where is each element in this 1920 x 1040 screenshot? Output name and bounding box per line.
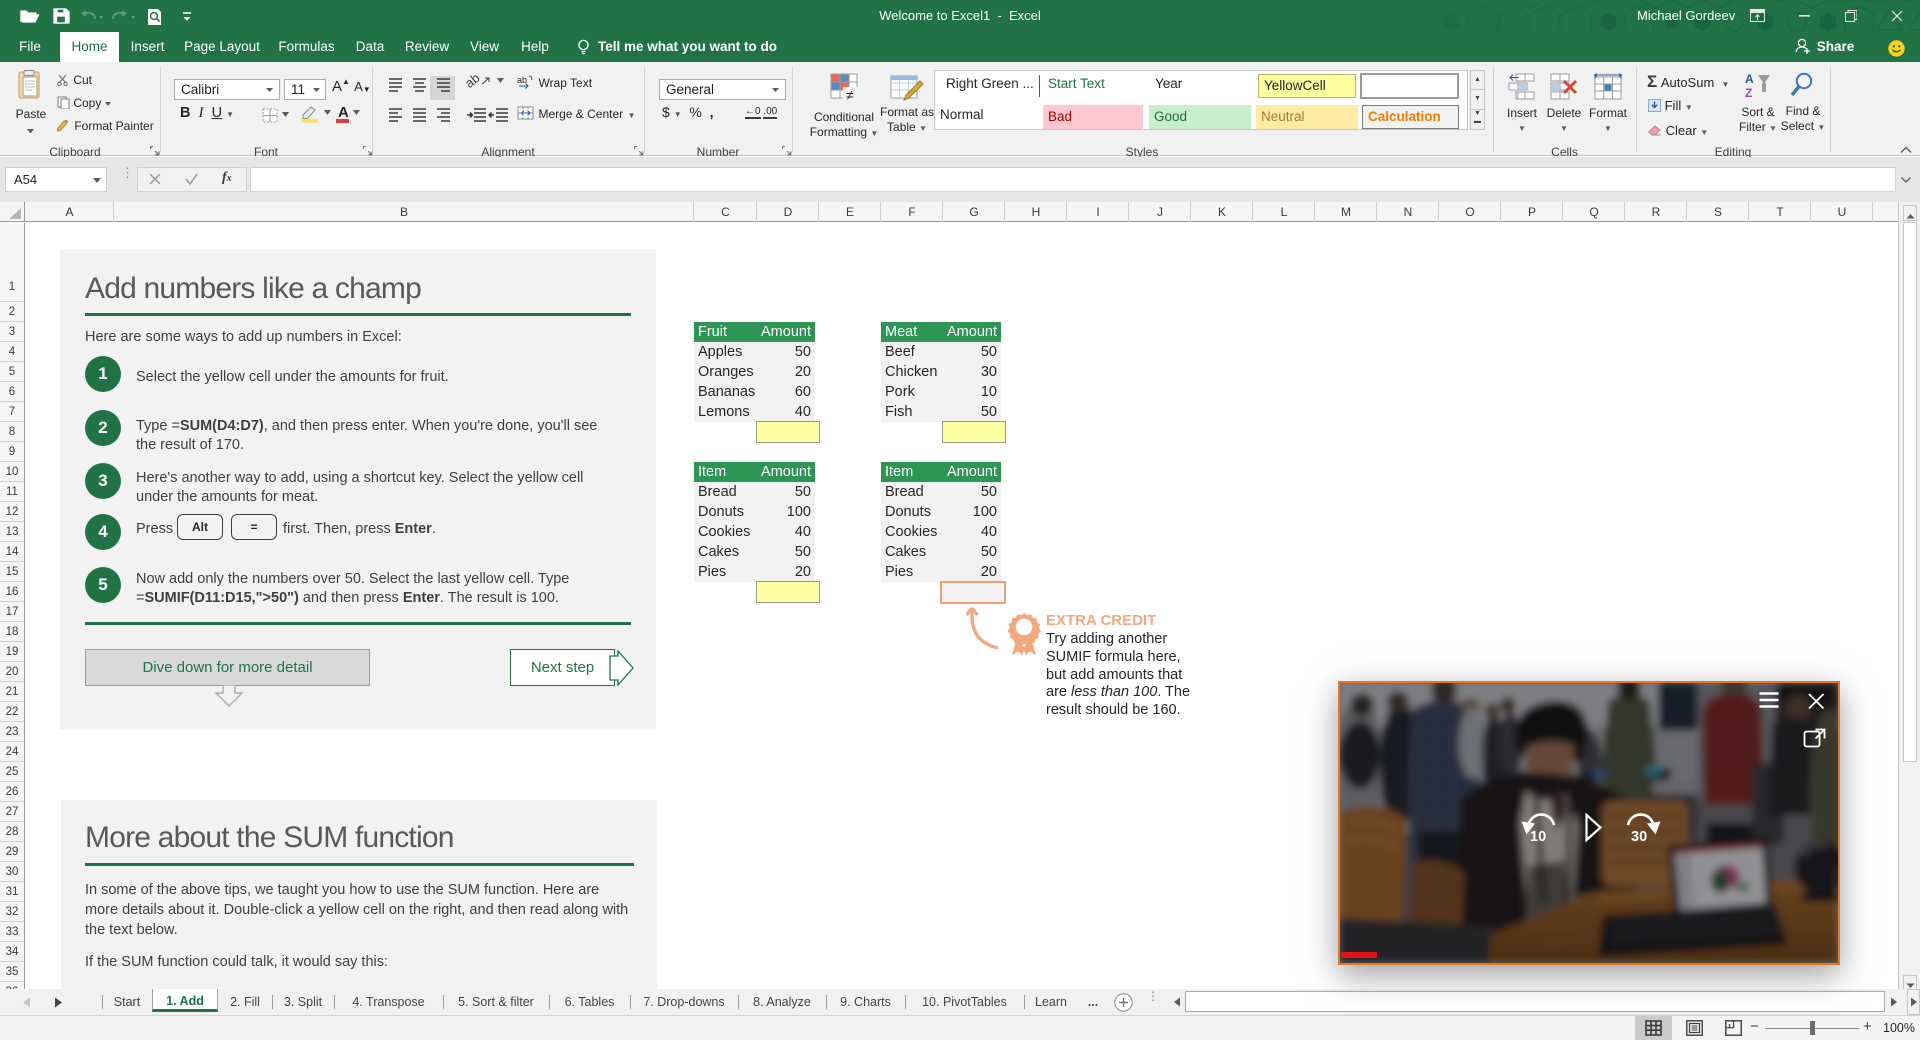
svg-text:10: 10 xyxy=(1530,829,1546,845)
svg-text:≠: ≠ xyxy=(846,87,854,103)
svg-text:30: 30 xyxy=(1631,829,1647,845)
svg-text:A: A xyxy=(1745,72,1754,86)
svg-text:Z: Z xyxy=(1745,86,1752,100)
